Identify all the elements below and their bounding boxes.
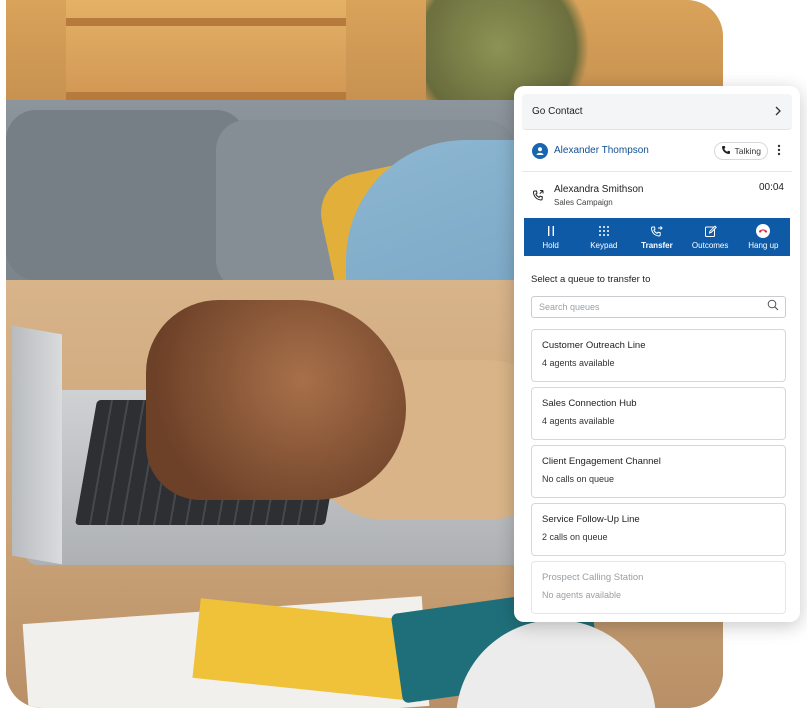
talking-status-badge: Talking bbox=[713, 141, 768, 160]
transfer-label: Transfer bbox=[641, 241, 673, 250]
queue-name: Prospect Calling Station bbox=[542, 572, 644, 583]
caller-name[interactable]: Alexander Thompson bbox=[554, 145, 714, 156]
keypad-icon bbox=[598, 224, 610, 238]
hold-label: Hold bbox=[542, 241, 559, 250]
active-call-row: Alexandra Smithson Sales Campaign 00:04 bbox=[522, 172, 792, 218]
more-options-icon[interactable] bbox=[774, 144, 784, 157]
queue-item-customer-outreach-line[interactable]: Customer Outreach Line 4 agents availabl… bbox=[531, 329, 786, 382]
caller-row: Alexander Thompson Talking bbox=[522, 130, 792, 172]
sofa-cushion bbox=[6, 110, 246, 280]
hang-up-button[interactable]: Hang up bbox=[737, 218, 789, 256]
go-contact-label: Go Contact bbox=[532, 106, 583, 117]
chevron-right-icon bbox=[774, 104, 782, 119]
queue-list: Customer Outreach Line 4 agents availabl… bbox=[531, 329, 786, 614]
search-icon[interactable] bbox=[767, 298, 779, 316]
phone-icon bbox=[721, 145, 731, 157]
call-timer: 00:04 bbox=[758, 182, 784, 193]
transfer-button[interactable]: Transfer bbox=[631, 218, 683, 256]
queue-name: Customer Outreach Line bbox=[542, 340, 646, 351]
search-queues-box bbox=[531, 296, 786, 318]
incoming-call-icon bbox=[532, 189, 546, 202]
hand bbox=[146, 300, 406, 500]
hang-up-icon bbox=[756, 224, 771, 238]
shelf-board bbox=[66, 18, 346, 26]
queue-status: 4 agents available bbox=[542, 358, 615, 368]
call-toolbar: Hold Keypad Transfer Outcomes Hang up bbox=[524, 218, 790, 256]
search-queues-input[interactable] bbox=[539, 302, 767, 312]
contact-panel: Go Contact Alexander Thompson Talking Al… bbox=[514, 86, 800, 622]
shelf-board bbox=[66, 92, 346, 100]
queue-name: Client Engagement Channel bbox=[542, 456, 661, 467]
queue-name: Service Follow-Up Line bbox=[542, 514, 640, 525]
queue-status: 2 calls on queue bbox=[542, 532, 608, 542]
keypad-button[interactable]: Keypad bbox=[578, 218, 630, 256]
go-contact-header[interactable]: Go Contact bbox=[522, 94, 792, 130]
edit-note-icon bbox=[704, 224, 717, 238]
queue-status: No agents available bbox=[542, 590, 622, 600]
call-info: Alexandra Smithson Sales Campaign bbox=[554, 184, 759, 207]
user-avatar-icon bbox=[532, 142, 548, 159]
hold-button[interactable]: Hold bbox=[525, 218, 577, 256]
queue-name: Sales Connection Hub bbox=[542, 398, 637, 409]
queue-status: No calls on queue bbox=[542, 474, 615, 484]
outcomes-button[interactable]: Outcomes bbox=[684, 218, 736, 256]
call-contact-name: Alexandra Smithson bbox=[554, 183, 644, 195]
talking-status-label: Talking bbox=[734, 145, 761, 156]
queue-status: 4 agents available bbox=[542, 416, 615, 426]
queue-item-service-follow-up-line[interactable]: Service Follow-Up Line 2 calls on queue bbox=[531, 503, 786, 556]
call-campaign: Sales Campaign bbox=[554, 197, 613, 207]
queue-item-sales-connection-hub[interactable]: Sales Connection Hub 4 agents available bbox=[531, 387, 786, 440]
transfer-phone-icon bbox=[650, 224, 664, 238]
laptop-screen bbox=[12, 325, 62, 565]
keypad-label: Keypad bbox=[590, 241, 618, 250]
pause-icon bbox=[546, 224, 556, 238]
outcomes-label: Outcomes bbox=[691, 241, 729, 250]
hang-up-label: Hang up bbox=[748, 241, 779, 250]
queue-item-client-engagement-channel[interactable]: Client Engagement Channel No calls on qu… bbox=[531, 445, 786, 498]
queue-item-prospect-calling-station: Prospect Calling Station No agents avail… bbox=[531, 561, 786, 614]
transfer-section-title: Select a queue to transfer to bbox=[531, 274, 651, 285]
